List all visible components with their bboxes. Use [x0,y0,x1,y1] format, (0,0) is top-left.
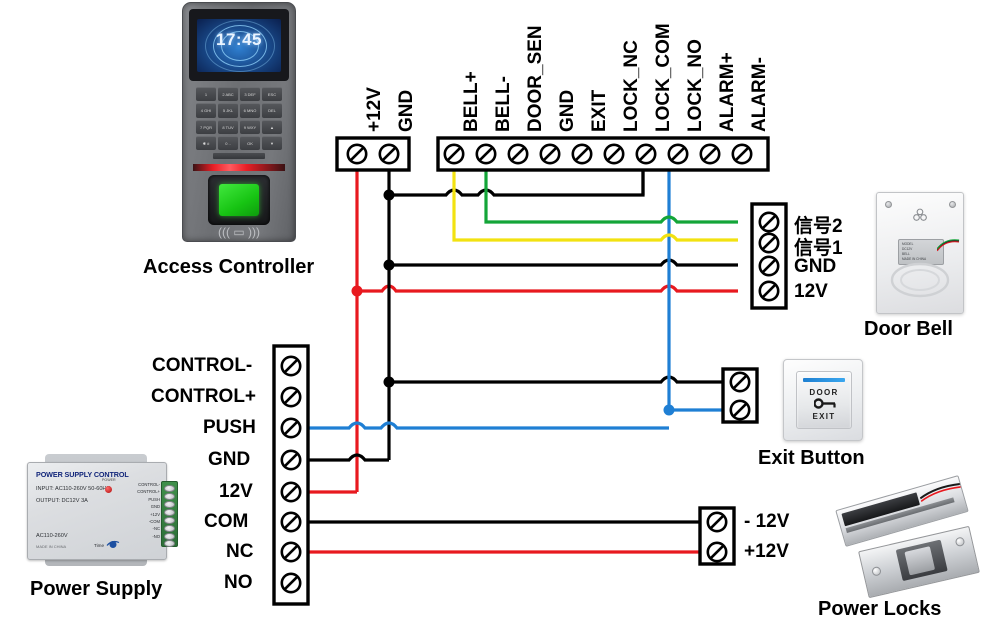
psu-pin-label: GND [150,504,160,510]
access-controller-device[interactable]: 17:45 1 2 ABC 3 DEF ESC 4 GHI 5 JKL 6 MN… [182,2,296,242]
terminal-label-alarm-minus: ALARM- [749,57,770,132]
doorbell-screw [885,201,892,208]
controller-power-terminal-block[interactable] [335,136,411,172]
psu-pin-label: PUSH [148,496,160,502]
doorbell-plate-line: DC12V [902,247,913,251]
psu-pin-label: CONTROL- [138,482,160,487]
exit-button-bottom-label: EXIT [812,412,836,421]
keypad-key[interactable]: ▲ [262,119,282,134]
keypad-key[interactable]: 0 .. [218,135,238,150]
doorbell-plate-line: BELL [902,252,910,256]
psu-terminal-label-com: COM [204,511,249,532]
keypad-key[interactable]: 8 TUV [218,119,238,134]
doorbell-screw [949,201,956,208]
psu-output-text: OUTPUT: DC12V 3A [36,498,88,504]
terminal-label-gnd: GND [396,89,417,132]
keypad-key[interactable]: 9 WXY [240,119,260,134]
psu-terminal-label-no: NO [224,572,253,593]
psu-terminal-label-gnd: GND [208,449,251,470]
psu-logo-icon [106,540,120,548]
psu-pin-labels: CONTROL- CONTROL+ PUSH GND +12V -COM -NC… [124,482,160,542]
psu-pin-label: -COM [148,519,160,524]
psu-pin-label: -NC [152,526,160,532]
keypad-key[interactable]: 6 MNO [240,103,260,118]
controller-screen: 17:45 [197,19,281,72]
terminal-label-bell-minus: BELL- [493,76,514,132]
door-bell-terminal-block[interactable] [750,202,788,310]
controller-function-bar[interactable] [213,153,265,159]
keypad-key[interactable]: ESC [262,87,282,102]
psu-origin-text: MADE IN CHINA [36,544,67,549]
psu-time-label: Time [94,543,105,548]
exit-button-caption: Exit Button [758,447,865,469]
keypad-key[interactable]: 2 ABC [218,87,238,102]
key-icon [814,398,836,409]
lock-label-plus-12v: +12V [744,541,789,562]
psu-terminal-label-control-plus: CONTROL+ [151,386,257,407]
controller-io-terminal-block[interactable] [436,136,770,172]
terminal-label-alarm-plus: ALARM+ [717,52,738,132]
rfid-wave-icon: ((( ▭ ))) [218,225,260,239]
psu-input-text: INPUT: AC110-260V 50-60HZ [36,486,110,492]
door-bell-device[interactable]: MODEL DC12V BELL MADE IN CHINA [876,192,964,314]
psu-power-led-label: POWER [102,478,116,482]
controller-led-strip [193,164,285,171]
power-supply-caption: Power Supply [30,578,163,600]
exit-button-device[interactable]: DOOR EXIT [783,359,863,441]
psu-terminal-label-12v: 12V [219,481,253,502]
keypad-key[interactable]: 5 JKL [218,103,238,118]
fingerprint-sensor[interactable] [219,184,259,216]
doorbell-cable [937,239,960,252]
controller-clock: 17:45 [216,30,262,49]
controller-keypad[interactable]: 1 2 ABC 3 DEF ESC 4 GHI 5 JKL 6 MNO DEL … [196,87,282,150]
access-controller-caption: Access Controller [143,256,315,278]
strike-mount-hole [954,536,966,548]
lock-label-minus-12v: - 12V [744,511,790,532]
exit-button-top-label: DOOR [809,388,839,397]
psu-voltage-text: AC110-260V [36,533,68,539]
terminal-label-door-sen: DOOR_SEN [525,25,546,132]
psu-pin-label: CONTROL+ [137,489,160,495]
keypad-key[interactable]: 4 GHI [196,103,216,118]
keypad-key[interactable]: ✱ # [196,135,216,150]
psu-pin-label: +12V [150,511,160,517]
terminal-label-exit: EXIT [589,89,610,132]
bell-horn-icon [913,208,927,221]
door-bell-caption: Door Bell [864,318,953,340]
exit-button-face[interactable]: DOOR EXIT [796,371,852,429]
psu-terminal-label-nc: NC [226,541,254,562]
doorbell-plate-line: MODEL [902,242,914,246]
keypad-key[interactable]: ▼ [262,135,282,150]
keypad-key[interactable]: 1 [196,87,216,102]
psu-terminal-label-push: PUSH [203,417,256,438]
keypad-key[interactable]: DEL [262,103,282,118]
exit-button-terminal-block[interactable] [721,367,759,424]
power-locks-device[interactable] [818,475,990,606]
strike-mount-hole [871,565,882,577]
exit-button-indicator [803,378,845,382]
terminal-label-bell-plus: BELL+ [461,71,482,132]
doorbell-label-gnd: GND [794,256,837,277]
psu-terminal-label-control-minus: CONTROL- [152,355,253,376]
psu-green-connector[interactable] [161,481,178,547]
keypad-key[interactable]: 3 DEF [240,87,260,102]
terminal-label-lock-no: LOCK_NO [685,39,706,132]
keypad-key[interactable]: 7 PQR [196,119,216,134]
terminal-label-lock-nc: LOCK_NC [621,40,642,132]
lock-terminal-block[interactable] [698,506,736,566]
psu-pin-label: -NO [152,533,160,539]
terminal-label-lock-com: LOCK_COM [653,23,674,132]
terminal-label-12v: +12V [364,87,385,132]
psu-power-led [105,486,112,493]
doorbell-wire-loop [890,262,950,298]
power-locks-caption: Power Locks [818,598,942,620]
power-supply-device[interactable]: POWER SUPPLY CONTROL INPUT: AC110-260V 5… [15,452,178,568]
psu-body: POWER SUPPLY CONTROL INPUT: AC110-260V 5… [27,462,178,560]
terminal-label-io-gnd: GND [557,89,578,132]
doorbell-label-12v: 12V [794,281,828,302]
keypad-key[interactable]: OK [240,135,260,150]
power-supply-terminal-block[interactable] [272,344,310,606]
